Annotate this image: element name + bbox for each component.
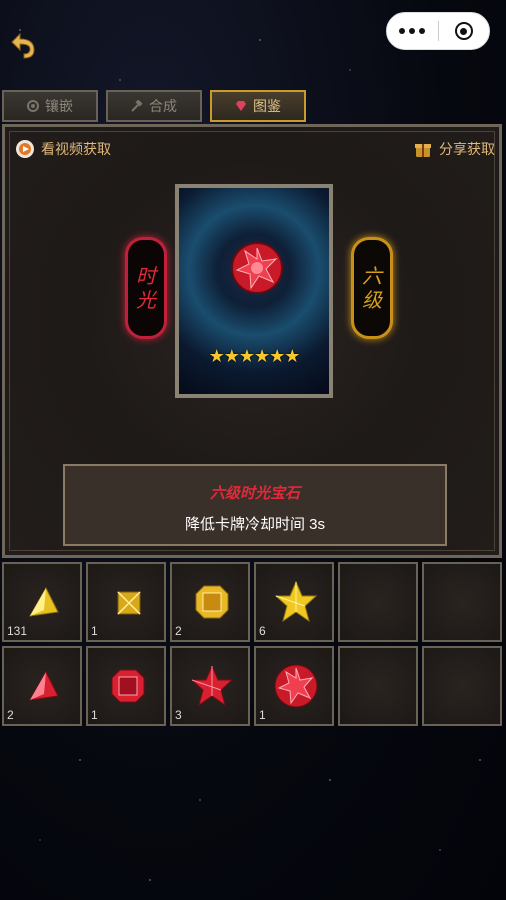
share-button[interactable]: 分享获取	[413, 139, 495, 159]
inventory-slot[interactable]: 1	[86, 646, 166, 726]
tab-compose[interactable]: 合成	[106, 90, 202, 122]
inventory-slot-empty[interactable]	[338, 646, 418, 726]
tab-codex[interactable]: 图鉴	[210, 90, 306, 122]
tab-label: 图鉴	[253, 98, 281, 114]
yellow-star-gem-icon	[274, 580, 318, 623]
inventory-slot[interactable]: 131	[2, 562, 82, 642]
red-octagon-gem-icon	[111, 669, 145, 703]
gem-detail-panel: 看视频获取 分享获取 时 光 ★★★★★★ 六 级 六级时光宝石 降低卡牌冷却时…	[2, 124, 502, 558]
item-count: 1	[91, 624, 98, 638]
yellow-octagon-gem-icon	[195, 585, 229, 619]
mini-program-capsule	[386, 12, 490, 50]
item-count: 131	[7, 624, 28, 638]
inventory-slot-empty[interactable]	[422, 562, 502, 642]
inventory-row: 131 1 2 6	[2, 562, 504, 642]
item-count: 3	[175, 708, 182, 722]
seal-char: 级	[362, 288, 382, 312]
gift-icon	[415, 144, 431, 157]
inventory-slot[interactable]: 2	[170, 562, 250, 642]
gem-description: 降低卡牌冷却时间 3s	[184, 516, 325, 533]
inventory-slot[interactable]: 3	[170, 646, 250, 726]
series-seal: 时 光	[125, 237, 167, 339]
more-icon[interactable]	[387, 13, 438, 49]
item-count: 6	[259, 624, 266, 638]
yellow-triangle-gem-icon	[29, 586, 59, 617]
red-triangle-gem-icon	[29, 670, 59, 701]
back-arrow-icon[interactable]	[6, 28, 40, 62]
tab-label: 合成	[149, 98, 177, 114]
star-rating: ★★★★★★	[208, 346, 301, 366]
tab-label: 镶嵌	[45, 98, 73, 114]
item-count: 2	[175, 624, 182, 638]
hammer-icon	[131, 100, 143, 112]
inventory-slot[interactable]: 1	[254, 646, 334, 726]
inventory-slot-empty[interactable]	[422, 646, 502, 726]
item-count: 1	[259, 708, 266, 722]
level-seal: 六 级	[351, 237, 393, 339]
red-round-gem-icon	[274, 664, 318, 708]
watch-video-label: 看视频获取	[41, 141, 111, 157]
diamond-icon	[236, 101, 246, 111]
yellow-square-gem-icon	[117, 591, 141, 615]
inventory-slot[interactable]: 1	[86, 562, 166, 642]
close-icon[interactable]	[438, 13, 489, 49]
inventory-slot[interactable]: 6	[254, 562, 334, 642]
item-count: 1	[91, 708, 98, 722]
red-six-star-gem-icon	[231, 242, 283, 294]
share-label: 分享获取	[439, 141, 495, 157]
red-star-gem-icon	[190, 664, 234, 707]
inventory-slot-empty[interactable]	[338, 562, 418, 642]
tab-bar: 镶嵌 合成 图鉴	[2, 90, 306, 124]
tab-inlay[interactable]: 镶嵌	[2, 90, 98, 122]
gem-card: ★★★★★★	[175, 184, 333, 398]
video-icon	[16, 140, 34, 158]
inventory-row: 2 1 3 1	[2, 646, 504, 726]
gem-info-box: 六级时光宝石 降低卡牌冷却时间 3s	[63, 464, 447, 546]
gem-inventory-grid: 131 1 2 6 2 1 3 1	[2, 562, 504, 730]
gem-name: 六级时光宝石	[209, 484, 300, 502]
item-count: 2	[7, 708, 14, 722]
inventory-slot[interactable]: 2	[2, 646, 82, 726]
seal-char: 六	[362, 264, 382, 288]
gear-icon	[27, 100, 39, 112]
seal-char: 光	[136, 288, 156, 312]
seal-char: 时	[136, 264, 156, 288]
watch-video-button[interactable]: 看视频获取	[15, 139, 111, 159]
